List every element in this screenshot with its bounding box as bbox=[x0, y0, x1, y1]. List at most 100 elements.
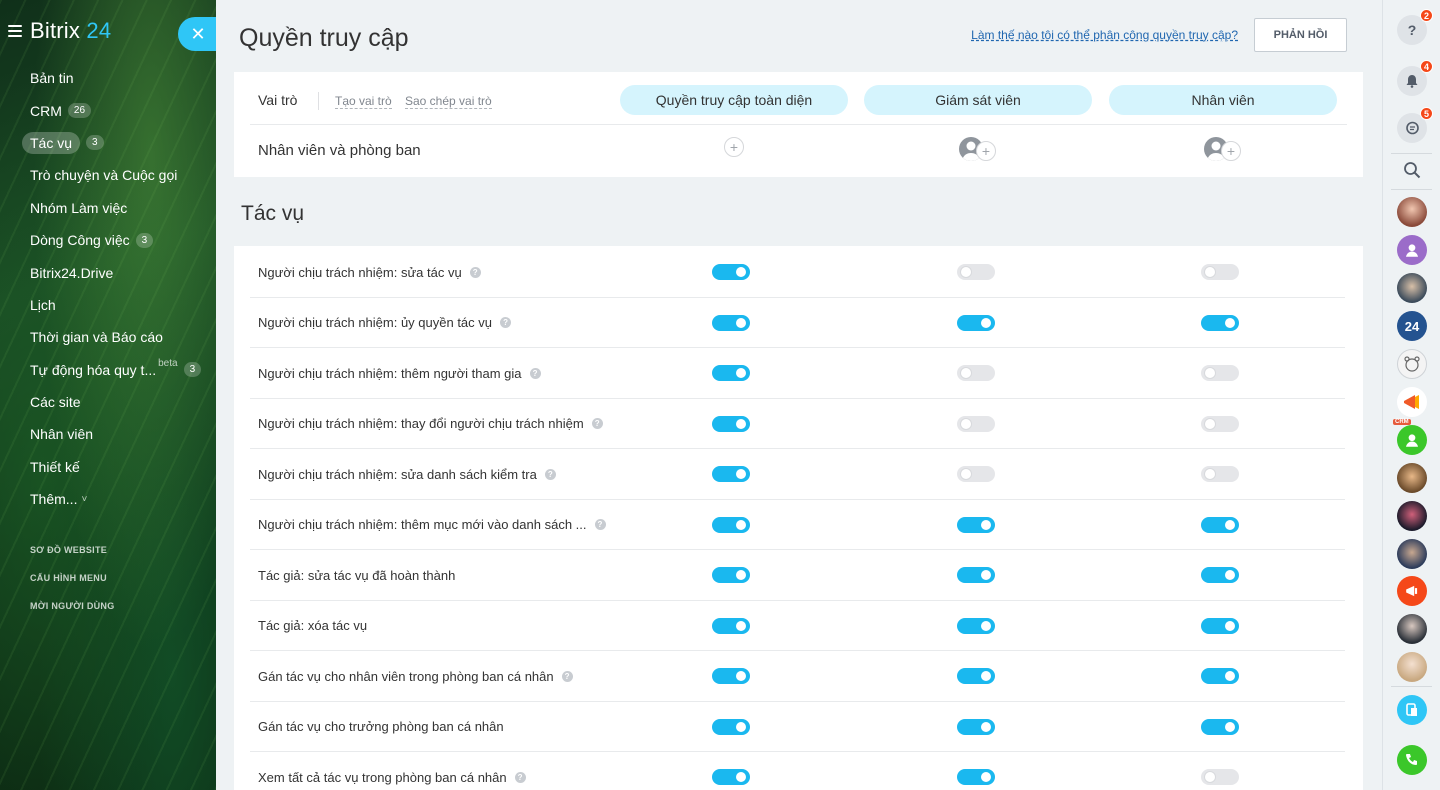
help-button[interactable]: ? 2 bbox=[1397, 9, 1433, 45]
contact-avatar[interactable] bbox=[1397, 235, 1427, 265]
permission-toggle[interactable] bbox=[1201, 668, 1239, 684]
help-icon[interactable]: ? bbox=[591, 418, 603, 429]
permission-toggle[interactable] bbox=[957, 668, 995, 684]
permission-toggle[interactable] bbox=[1201, 769, 1239, 785]
sidebar-item[interactable]: Bản tin bbox=[22, 62, 208, 94]
toolbar-divider bbox=[1391, 686, 1432, 687]
role-column-full-access[interactable]: Quyền truy cập toàn diện bbox=[620, 85, 848, 115]
permission-row: Người chịu trách nhiệm: sửa tác vụ? bbox=[250, 247, 1345, 298]
copy-role-link[interactable]: Sao chép vai trò bbox=[405, 94, 492, 109]
sidebar-item[interactable]: Lịch bbox=[22, 289, 208, 321]
toggle-knob bbox=[736, 469, 746, 479]
permission-toggle[interactable] bbox=[957, 466, 995, 482]
add-member-icon[interactable]: + bbox=[724, 137, 744, 157]
permission-toggle[interactable] bbox=[957, 264, 995, 280]
help-icon[interactable]: ? bbox=[529, 367, 541, 379]
copy-button[interactable] bbox=[1397, 695, 1427, 725]
sidebar-item[interactable]: Bitrix24.Drive bbox=[22, 256, 208, 288]
sidebar-link[interactable]: MỜI NGƯỜI DÙNG bbox=[30, 592, 115, 620]
add-member-icon[interactable]: + bbox=[1221, 141, 1241, 161]
create-role-link[interactable]: Tạo vai trò bbox=[335, 94, 392, 109]
permission-toggle[interactable] bbox=[957, 415, 995, 432]
help-icon[interactable]: ? bbox=[594, 519, 606, 530]
crm-avatar[interactable]: CRM bbox=[1393, 419, 1427, 455]
permission-toggle[interactable] bbox=[1201, 415, 1239, 432]
permission-toggle[interactable] bbox=[1201, 516, 1239, 533]
permission-toggle[interactable] bbox=[957, 769, 995, 785]
help-icon[interactable]: ? bbox=[500, 317, 512, 328]
sidebar-link[interactable]: SƠ ĐỒ WEBSITE bbox=[30, 536, 115, 564]
beta-label: beta bbox=[158, 358, 178, 370]
phone-button[interactable] bbox=[1397, 745, 1427, 775]
contact-avatar[interactable] bbox=[1397, 652, 1427, 682]
permission-toggle[interactable] bbox=[957, 567, 995, 583]
bot-avatar[interactable] bbox=[1397, 349, 1427, 379]
permission-label-text: Người chịu trách nhiệm: sửa danh sách ki… bbox=[258, 466, 537, 482]
sidebar-item[interactable]: Nhân viên bbox=[22, 418, 208, 450]
contact-avatar[interactable] bbox=[1397, 273, 1427, 303]
sidebar-link[interactable]: CẤU HÌNH MENU bbox=[30, 564, 115, 592]
contact-avatar[interactable] bbox=[1397, 501, 1427, 531]
permission-toggle[interactable] bbox=[712, 415, 750, 432]
marketing-avatar[interactable] bbox=[1397, 387, 1427, 417]
bitrix24-avatar[interactable]: 24 bbox=[1397, 311, 1427, 341]
sidebar-item[interactable]: Thêm... ˅ bbox=[22, 483, 208, 515]
permission-toggle[interactable] bbox=[1201, 718, 1239, 735]
permission-toggle[interactable] bbox=[712, 466, 750, 482]
help-icon[interactable]: ? bbox=[544, 468, 556, 480]
permission-toggle[interactable] bbox=[712, 718, 750, 735]
permission-toggle[interactable] bbox=[712, 314, 750, 331]
toggle-knob bbox=[736, 721, 746, 732]
role-column-supervisor[interactable]: Giám sát viên bbox=[864, 85, 1092, 115]
notifications-button[interactable]: 4 bbox=[1397, 60, 1433, 96]
permission-toggle[interactable] bbox=[712, 567, 750, 583]
sidebar-item[interactable]: Thời gian và Báo cáo bbox=[22, 321, 208, 353]
permission-toggle[interactable] bbox=[957, 314, 995, 331]
search-button[interactable] bbox=[1397, 155, 1427, 185]
permission-toggle[interactable] bbox=[1201, 314, 1239, 331]
sidebar-item[interactable]: Thiết kế bbox=[22, 451, 208, 483]
toggle-knob bbox=[1205, 418, 1215, 429]
help-link[interactable]: Làm thế nào tôi có thể phân công quyền t… bbox=[971, 28, 1238, 42]
permission-toggle[interactable] bbox=[1201, 466, 1239, 482]
permission-toggle[interactable] bbox=[1201, 567, 1239, 583]
contact-avatar[interactable] bbox=[1397, 614, 1427, 644]
sidebar-item[interactable]: Dòng Công việc 3 bbox=[22, 224, 208, 256]
permission-label-text: Tác giả: sửa tác vụ đã hoàn thành bbox=[258, 567, 456, 583]
feedback-button[interactable]: PHẢN HỒI bbox=[1254, 18, 1347, 52]
sidebar-item[interactable]: Tự động hóa quy t... beta 3 bbox=[22, 354, 208, 386]
sidebar-item[interactable]: Nhóm Làm việc bbox=[22, 192, 208, 224]
permission-toggle[interactable] bbox=[957, 617, 995, 634]
permission-toggle[interactable] bbox=[957, 718, 995, 735]
sidebar-item[interactable]: CRM 26 bbox=[22, 94, 208, 126]
chat-button[interactable]: 5 bbox=[1397, 107, 1433, 143]
members-label: Nhân viên và phòng ban bbox=[258, 142, 421, 159]
contact-avatar[interactable] bbox=[1397, 463, 1427, 493]
permission-toggle[interactable] bbox=[1201, 264, 1239, 280]
logo[interactable]: Bitrix 24 bbox=[30, 18, 111, 44]
announcement-avatar[interactable] bbox=[1397, 576, 1427, 606]
contact-avatar[interactable] bbox=[1397, 539, 1427, 569]
menu-icon[interactable] bbox=[8, 25, 22, 37]
help-icon[interactable]: ? bbox=[469, 266, 481, 278]
sidebar-item[interactable]: Các site bbox=[22, 386, 208, 418]
permission-toggle[interactable] bbox=[712, 516, 750, 533]
permission-toggle[interactable] bbox=[712, 668, 750, 684]
permission-toggle[interactable] bbox=[1201, 617, 1239, 634]
permission-toggle[interactable] bbox=[957, 365, 995, 381]
permission-toggle[interactable] bbox=[712, 365, 750, 381]
help-icon[interactable]: ? bbox=[561, 670, 573, 682]
sidebar-item[interactable]: Trò chuyện và Cuộc gọi bbox=[22, 159, 208, 191]
close-menu-button[interactable]: ✕ bbox=[178, 17, 216, 51]
contact-avatar[interactable] bbox=[1397, 197, 1427, 227]
sidebar-item-label: Tự động hóa quy t... bbox=[30, 361, 157, 378]
permission-toggle[interactable] bbox=[712, 617, 750, 634]
role-column-employee[interactable]: Nhân viên bbox=[1109, 85, 1337, 115]
permission-toggle[interactable] bbox=[712, 264, 750, 280]
permission-toggle[interactable] bbox=[1201, 365, 1239, 381]
add-member-icon[interactable]: + bbox=[976, 141, 996, 161]
sidebar-item[interactable]: Tác vụ 3 bbox=[22, 127, 208, 159]
permission-toggle[interactable] bbox=[712, 769, 750, 785]
permission-toggle[interactable] bbox=[957, 516, 995, 533]
help-icon[interactable]: ? bbox=[514, 771, 526, 783]
